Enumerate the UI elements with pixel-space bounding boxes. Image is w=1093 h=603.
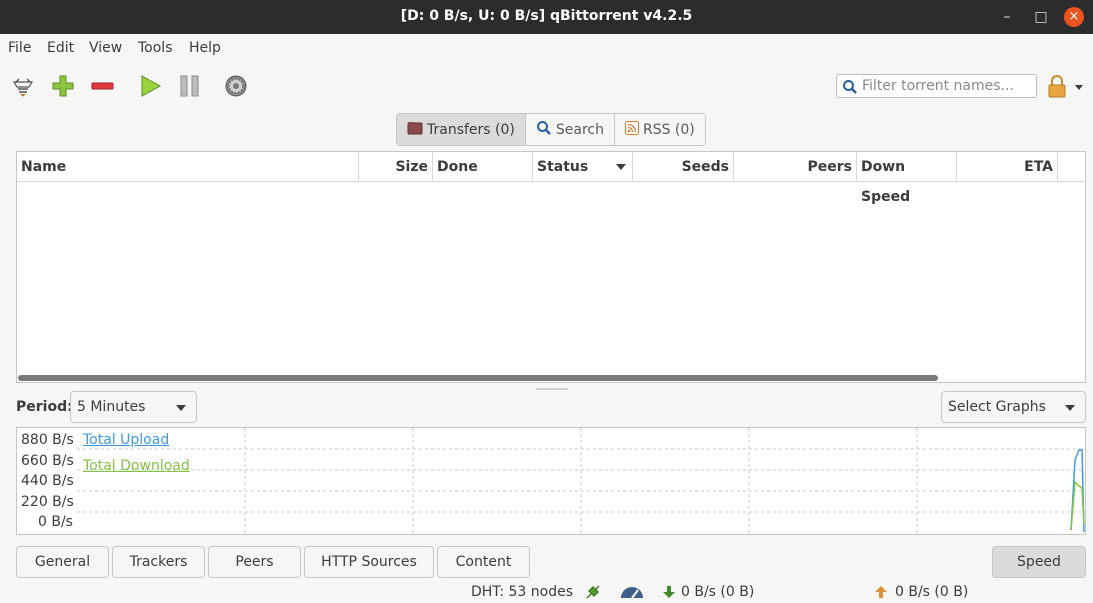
y-tick-label: 0 B/s xyxy=(38,514,73,530)
sort-arrow-icon xyxy=(616,164,626,170)
tab-rss[interactable]: RSS (0) xyxy=(614,114,705,145)
window-title: [D: 0 B/s, U: 0 B/s] qBittorrent v4.2.5 xyxy=(400,8,693,24)
resume-icon[interactable] xyxy=(138,74,164,98)
pause-icon[interactable] xyxy=(177,74,203,98)
horizontal-scrollbar[interactable] xyxy=(18,375,938,381)
rss-icon xyxy=(624,120,639,139)
connection-status-icon[interactable] xyxy=(584,583,602,603)
graph-grid xyxy=(77,428,1085,534)
search-icon xyxy=(843,80,857,94)
torrent-table: Name Size Done Status Seeds Peers Down S… xyxy=(16,151,1086,383)
y-tick-label: 660 B/s xyxy=(21,453,74,469)
main-tabs: Transfers (0) Search RSS (0) xyxy=(396,113,706,146)
menu-tools[interactable]: Tools xyxy=(138,40,173,56)
minimize-button[interactable]: – xyxy=(997,7,1017,27)
maximize-button[interactable]: □ xyxy=(1031,7,1051,27)
tab-http-sources[interactable]: HTTP Sources xyxy=(304,546,434,578)
tab-search[interactable]: Search xyxy=(525,114,615,145)
legend-total-download: Total Download xyxy=(83,458,190,474)
add-torrent-icon[interactable] xyxy=(51,74,77,98)
filter-box xyxy=(836,74,1037,98)
col-done[interactable]: Done xyxy=(433,152,533,182)
tab-general[interactable]: General xyxy=(16,546,109,578)
table-header: Name Size Done Status Seeds Peers Down S… xyxy=(17,152,1085,205)
select-graphs-dropdown[interactable]: Select Graphs xyxy=(941,391,1086,423)
menu-file[interactable]: File xyxy=(8,40,31,56)
delete-icon[interactable] xyxy=(90,74,116,98)
tab-peers[interactable]: Peers xyxy=(208,546,301,578)
tab-trackers[interactable]: Trackers xyxy=(112,546,205,578)
menu-view[interactable]: View xyxy=(89,40,122,56)
menu-edit[interactable]: Edit xyxy=(47,40,74,56)
col-eta[interactable]: ETA xyxy=(957,152,1058,182)
search-icon xyxy=(536,120,552,140)
col-name[interactable]: Name xyxy=(17,152,359,182)
chevron-down-icon xyxy=(176,405,186,411)
tab-content[interactable]: Content xyxy=(437,546,530,578)
speed-limit-icon[interactable] xyxy=(619,584,645,603)
add-torrent-link-icon[interactable] xyxy=(10,74,36,98)
upload-arrow-icon xyxy=(874,585,888,603)
close-button[interactable]: × xyxy=(1064,7,1084,27)
col-status[interactable]: Status xyxy=(533,152,633,182)
splitter-handle[interactable] xyxy=(536,388,568,390)
y-tick-label: 220 B/s xyxy=(21,494,74,510)
folder-icon xyxy=(407,121,423,139)
col-peers[interactable]: Peers xyxy=(734,152,857,182)
y-tick-label: 440 B/s xyxy=(21,473,74,489)
y-tick-label: 880 B/s xyxy=(21,432,74,448)
period-label: Period: xyxy=(16,399,73,415)
title-bar: [D: 0 B/s, U: 0 B/s] qBittorrent v4.2.5 … xyxy=(0,0,1093,34)
col-size[interactable]: Size xyxy=(359,152,433,182)
options-gear-icon[interactable] xyxy=(224,74,250,98)
lock-dropdown[interactable] xyxy=(1047,75,1087,99)
period-select[interactable]: 5 Minutes xyxy=(70,391,197,423)
speed-graph: 880 B/s 660 B/s 440 B/s 220 B/s 0 B/s To… xyxy=(16,427,1086,535)
status-bar: DHT: 53 nodes 0 B/s (0 B) 0 B/s (0 B) xyxy=(0,580,1093,603)
lock-icon xyxy=(1048,75,1083,98)
col-down-speed[interactable]: Down Speed xyxy=(857,152,957,205)
legend-total-upload: Total Upload xyxy=(83,432,170,448)
menu-help[interactable]: Help xyxy=(189,40,221,56)
upload-speed: 0 B/s (0 B) xyxy=(895,584,969,600)
chevron-down-icon xyxy=(1065,405,1075,411)
download-arrow-icon xyxy=(662,585,676,603)
filter-input[interactable] xyxy=(862,77,1032,95)
tab-speed[interactable]: Speed xyxy=(992,546,1086,578)
dht-nodes: DHT: 53 nodes xyxy=(471,584,573,600)
download-speed: 0 B/s (0 B) xyxy=(681,584,755,600)
tab-transfers[interactable]: Transfers (0) xyxy=(397,114,526,145)
menu-bar: File Edit View Tools Help xyxy=(0,34,1093,64)
col-seeds[interactable]: Seeds xyxy=(633,152,734,182)
